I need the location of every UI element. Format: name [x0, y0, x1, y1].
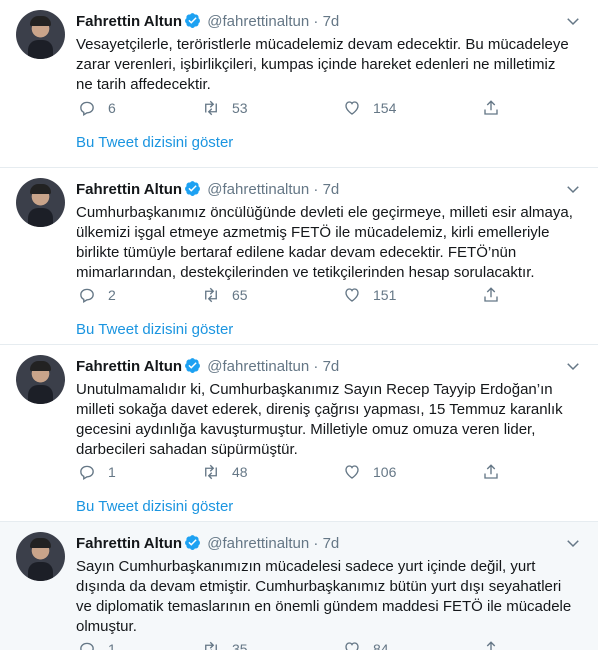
tweet-header: Fahrettin Altun @fahrettinaltun · 7d [76, 180, 339, 200]
author-handle[interactable]: @fahrettinaltun [207, 358, 309, 375]
show-thread-link[interactable]: Bu Tweet dizisini göster [76, 133, 233, 153]
like-icon [345, 101, 359, 115]
separator-dot: · [313, 358, 319, 375]
retweet-count: 35 [232, 641, 248, 650]
retweet-count: 48 [232, 464, 248, 480]
author-handle[interactable]: @fahrettinaltun [207, 181, 309, 198]
separator-dot: · [313, 535, 319, 552]
reply-icon [80, 642, 94, 650]
chevron-down-icon[interactable] [564, 12, 582, 30]
retweet-icon [205, 287, 217, 303]
reply-count: 6 [108, 100, 116, 116]
tweet-timestamp[interactable]: 7d [323, 535, 340, 552]
avatar[interactable] [16, 355, 65, 404]
tweet-text: Cumhurbaşkanımız öncülüğünde devleti ele… [76, 204, 573, 281]
tweet-text: Vesayetçilerle, teröristlerle mücadelemi… [76, 36, 569, 93]
like-icon [345, 642, 359, 650]
retweet-icon [205, 464, 217, 480]
like-icon [345, 288, 359, 302]
show-thread-link[interactable]: Bu Tweet dizisini göster [76, 497, 233, 517]
like-button[interactable]: 154 [343, 98, 396, 118]
tweet-header: Fahrettin Altun @fahrettinaltun · 7d [76, 357, 339, 377]
reply-count: 1 [108, 641, 116, 650]
retweet-button[interactable]: 48 [202, 462, 248, 482]
verified-badge-icon [185, 535, 201, 550]
like-count: 106 [373, 464, 397, 480]
author-handle[interactable]: @fahrettinaltun [207, 535, 309, 552]
avatar[interactable] [16, 178, 65, 227]
like-count: 84 [373, 641, 389, 650]
reply-count: 1 [108, 464, 116, 480]
chevron-down-icon[interactable] [564, 180, 582, 198]
reply-icon [80, 465, 94, 480]
author-name[interactable]: Fahrettin Altun [76, 358, 182, 375]
like-icon [345, 465, 359, 479]
separator-dot: · [313, 13, 319, 30]
share-button[interactable] [482, 639, 512, 650]
tweet-actions: 1 48 106 [76, 462, 516, 482]
tweet-header: Fahrettin Altun @fahrettinaltun · 7d [76, 534, 339, 554]
chevron-down-icon[interactable] [564, 534, 582, 552]
retweet-button[interactable]: 35 [202, 639, 248, 650]
separator-dot: · [313, 181, 319, 198]
retweet-button[interactable]: 65 [202, 285, 248, 305]
retweet-count: 65 [232, 287, 248, 303]
verified-badge-icon [185, 181, 201, 196]
tweet-actions: 2 65 151 [76, 285, 516, 305]
tweet-feed: Fahrettin Altun @fahrettinaltun · 7d Ves… [0, 0, 598, 650]
tweet[interactable]: Fahrettin Altun @fahrettinaltun · 7d Unu… [0, 345, 598, 522]
retweet-icon [205, 641, 217, 650]
like-count: 154 [373, 100, 397, 116]
share-button[interactable] [482, 285, 512, 305]
share-icon [486, 641, 496, 650]
tweet-actions: 6 53 154 [76, 98, 516, 118]
verified-badge-icon [185, 13, 201, 28]
verified-badge-icon [185, 358, 201, 373]
reply-button[interactable]: 1 [78, 639, 116, 650]
like-button[interactable]: 151 [343, 285, 396, 305]
avatar[interactable] [16, 10, 65, 59]
reply-button[interactable]: 2 [78, 285, 116, 305]
share-icon [484, 287, 498, 302]
author-name[interactable]: Fahrettin Altun [76, 535, 182, 552]
reply-button[interactable]: 6 [78, 98, 116, 118]
chevron-down-icon[interactable] [564, 357, 582, 375]
tweet-actions: 1 35 84 [76, 639, 516, 650]
share-icon [484, 100, 498, 115]
retweet-count: 53 [232, 100, 248, 116]
author-name[interactable]: Fahrettin Altun [76, 13, 182, 30]
reply-icon [80, 101, 94, 116]
avatar[interactable] [16, 532, 65, 581]
tweet-text: Unutulmamalıdır ki, Cumhurbaşkanımız Say… [76, 381, 563, 458]
like-button[interactable]: 84 [343, 639, 389, 650]
tweet[interactable]: Fahrettin Altun @fahrettinaltun · 7d Cum… [0, 168, 598, 345]
tweet-header: Fahrettin Altun @fahrettinaltun · 7d [76, 12, 339, 32]
author-handle[interactable]: @fahrettinaltun [207, 13, 309, 30]
like-count: 151 [373, 287, 397, 303]
retweet-icon [205, 100, 217, 116]
share-button[interactable] [482, 462, 512, 482]
tweet[interactable]: Fahrettin Altun @fahrettinaltun · 7d Say… [0, 522, 598, 650]
reply-button[interactable]: 1 [78, 462, 116, 482]
share-button[interactable] [482, 98, 512, 118]
reply-icon [80, 288, 94, 303]
author-name[interactable]: Fahrettin Altun [76, 181, 182, 198]
tweet-timestamp[interactable]: 7d [323, 181, 340, 198]
tweet[interactable]: Fahrettin Altun @fahrettinaltun · 7d Ves… [0, 0, 598, 168]
reply-count: 2 [108, 287, 116, 303]
tweet-text: Sayın Cumhurbaşkanımızın mücadelesi sade… [76, 558, 572, 635]
tweet-timestamp[interactable]: 7d [323, 358, 340, 375]
tweet-timestamp[interactable]: 7d [323, 13, 340, 30]
retweet-button[interactable]: 53 [202, 98, 248, 118]
show-thread-link[interactable]: Bu Tweet dizisini göster [76, 320, 233, 340]
like-button[interactable]: 106 [343, 462, 396, 482]
share-icon [484, 464, 498, 479]
